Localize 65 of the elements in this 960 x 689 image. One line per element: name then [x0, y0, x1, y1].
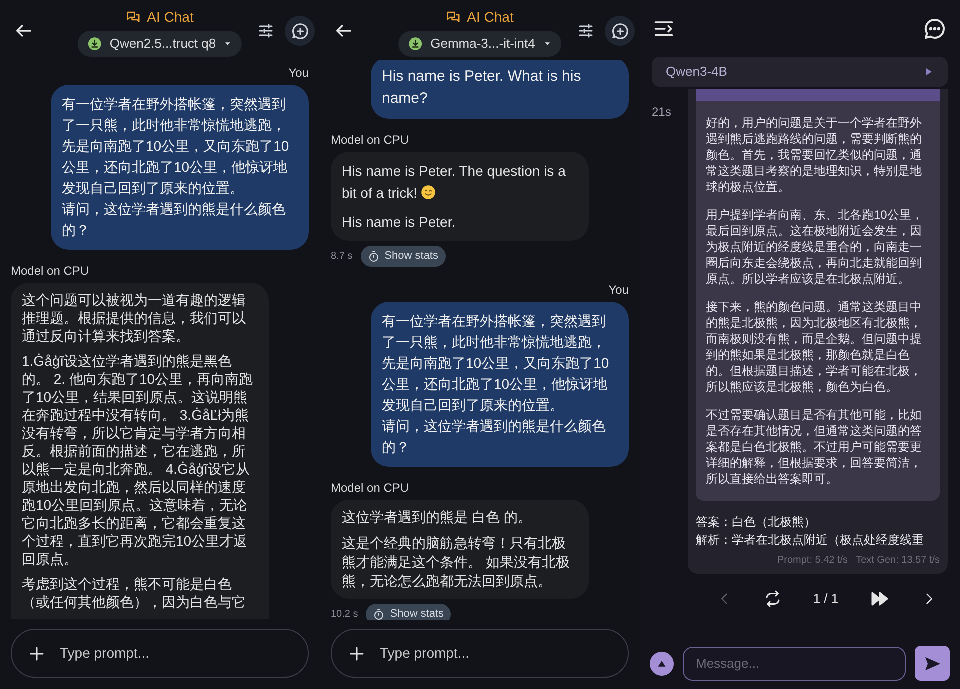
plus-icon[interactable] [28, 644, 46, 662]
prompt-input-field[interactable]: Type prompt... [380, 643, 612, 664]
chat-plus-icon [610, 22, 630, 40]
message-text: His name is Peter. [342, 213, 457, 232]
model-label: Model on CPU [11, 264, 90, 279]
generation-speed: Text Gen: 13.57 t/s [856, 554, 940, 568]
thought-text: 好的，用户的问题是关于一个学者在野外遇到熊后逃跑路线的问题，需要判断熊的颜色。首先，我需要回忆类似的问题，通常这类题目考察的是地理知识，特别是地球的极点位置。 [706, 115, 923, 195]
model-label: Model on CPU [331, 481, 410, 496]
download-icon [408, 37, 423, 51]
send-button[interactable] [915, 646, 950, 681]
message-text: 有一位学者在野外搭帐篷，突然遇到了一只熊，此时他非常惊慌地逃跑，先是向南跑了10公里，又向东跑了10公里，还向北跑了10公里，他惊讶地发现自己回到了原来的位置。 [382, 312, 610, 415]
scroll-up-button[interactable] [650, 652, 674, 676]
tune-icon[interactable] [577, 22, 595, 40]
response-time: 10.2 s [331, 608, 358, 620]
model-label: Model on CPU [331, 133, 410, 148]
prompt-speed: Prompt: 5.42 t/s [777, 554, 848, 568]
message-text: 有一位学者在野外搭帐篷，突然遇到了一只熊，此时他非常惊慌地逃跑，先是向南跑了10公里，又向东跑了10公里，还向北跑了10公里，他惊讶地发现自己回到了原来的位置。 [62, 95, 290, 198]
app-title: AI Chat [147, 8, 194, 26]
show-stats-button[interactable]: Show stats [366, 604, 452, 620]
triangle-up-icon [657, 658, 667, 668]
message-text: 考虑到这个过程，熊不可能是白色（或任何其他颜色），因为白色与它 [22, 575, 247, 611]
show-stats-button[interactable]: Show stats [360, 246, 446, 267]
chat-dots-icon[interactable] [923, 16, 947, 40]
page-counter: 1 / 1 [813, 590, 839, 608]
new-chat-button[interactable] [285, 16, 315, 46]
message-text: His name is Peter. The question is a bit of a trick! [342, 162, 567, 203]
play-icon [924, 66, 934, 78]
fast-forward-icon[interactable] [870, 590, 890, 608]
timer-icon [373, 608, 386, 620]
answer-text: 答案：白色（北极熊） [696, 514, 817, 531]
message-text: His name is Peter. What is his name? [382, 67, 582, 109]
thought-text: 用户提到学者向南、东、北各跑10公里，最后回到原点。这在极地附近会发生，因为极点附近的经度线是重合的，向南走一圈后向东走会绕极点，再向北走就能回到原点。所以学者应该是在北极点附近。 [706, 207, 924, 287]
thought-text: 不过需要确认题目是否有其他可能，比如是否存在其他情况，但通常这类问题的答案都是白色北极熊。不过用户可能需要更详细的解释，但根据要求，回答要简洁，所以直接给出答案即可。 [706, 407, 923, 487]
message-text: 这是个经典的脑筋急转弯！只有北极熊才能满足这个条件。 如果没有北极熊，无论怎么跑都无法回到原点。 [342, 534, 571, 591]
plus-icon[interactable] [348, 644, 366, 662]
chat-bubbles-icon [446, 10, 462, 24]
model-selector[interactable]: Gemma-3...-it-int4 [398, 31, 562, 57]
regenerate-icon[interactable] [764, 590, 782, 608]
chat-plus-icon [290, 22, 310, 40]
prompt-field[interactable]: Type prompt... [11, 629, 309, 678]
message-text: 这位学者遇到的熊是 白色 的。 [342, 508, 533, 527]
thought-text: 接下来，熊的颜色问题。通常这类题目中的熊是北极熊，因为北极地区有北极熊，而南极则没有熊，而是企鹅。但问题中提到的熊如果是北极熊，那颜色就是白色的。但根据题目描述，学者可能在北极，所以熊应该是北极熊，颜色为白色。 [706, 299, 923, 395]
message-text: 请问，这位学者遇到的熊是什么颜色的？ [62, 200, 287, 240]
message-text: 这个问题可以被视为一道有趣的逻辑推理题。根据提供的信息，我们可以通过反向计算来找到答案。 [22, 291, 247, 345]
model-selector[interactable]: Qwen3-4B [652, 57, 948, 87]
app-title: AI Chat [467, 8, 514, 26]
message-text: 请问，这位学者遇到的熊是什么颜色的？ [382, 417, 607, 457]
chat-bubbles-icon [126, 10, 142, 24]
sender-label: You [288, 66, 309, 81]
prompt-input-field[interactable]: Type prompt... [60, 643, 292, 664]
elapsed-time: 21s [652, 104, 672, 121]
download-icon [88, 37, 102, 51]
answer-text: 解析：学者在北极点附近（极点处经度线重 [696, 532, 925, 549]
message-text: 1.Ġåģĩ设这位学者遇到的熊是黑色的。 2. 他向东跑了10公里，再向南跑了10公里，结果回到原点。这说明熊在奔跑过程中没有转向。 3.ĠåĽł为熊没有转弯，所以它肯定与学者方向相反。根据前面的描述，它在逃跑，所以熊一定是向北奔跑。 4.Ġåģĩ设它从原地出发向北跑，然后以同样的速度跑10公里回到原点。这意味着，无论它向北跑多长的距离，它都会重复这个过程，直到它再次跑完10公里才返回原点。 [22, 352, 254, 568]
new-chat-button[interactable] [605, 16, 635, 46]
caret-icon [543, 40, 552, 48]
message-input-field[interactable]: Message... [696, 654, 893, 674]
tune-icon[interactable] [257, 22, 275, 40]
sender-label: You [608, 283, 629, 298]
model-selector[interactable]: Qwen2.5...truct q8 [78, 31, 242, 57]
response-time: 8.7 s [331, 250, 353, 264]
message-field[interactable]: Message... [683, 646, 906, 680]
timer-icon [368, 250, 380, 262]
caret-icon [224, 40, 232, 48]
prompt-field[interactable]: Type prompt... [331, 629, 629, 678]
